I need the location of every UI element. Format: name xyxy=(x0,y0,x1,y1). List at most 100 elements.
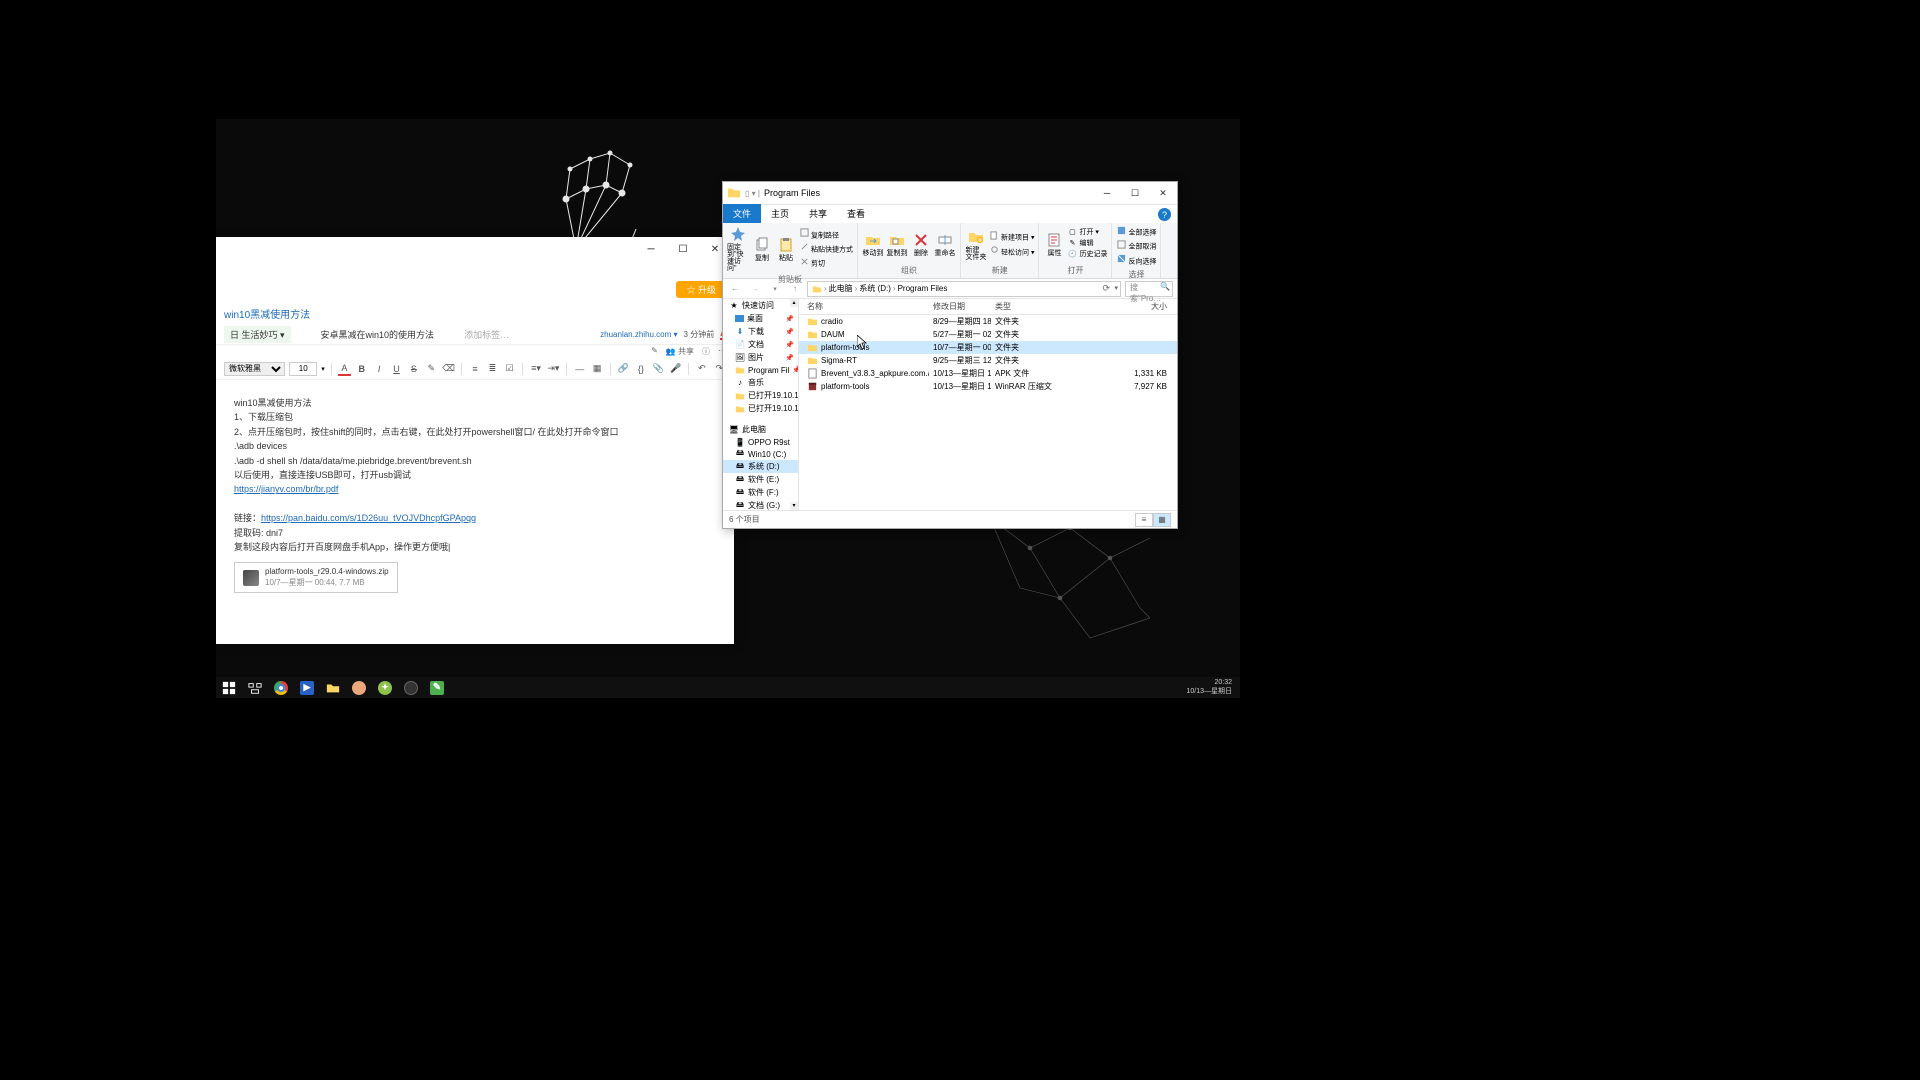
nav-snapshot1[interactable]: 已打开19.10.12📌 xyxy=(723,389,798,402)
table-button[interactable]: ▦ xyxy=(590,362,603,376)
font-size-select[interactable] xyxy=(289,362,317,376)
cut-button[interactable]: 剪切 xyxy=(799,256,853,269)
taskbar-app-green[interactable]: ✦ xyxy=(372,677,398,698)
help-icon[interactable]: ? xyxy=(1158,208,1171,221)
source-url[interactable]: zhuanlan.zhihu.com ▾ xyxy=(600,330,677,339)
refresh-button[interactable]: ⟳ xyxy=(1102,283,1110,294)
nav-documents[interactable]: 📄文档📌 xyxy=(723,338,798,351)
close-button[interactable]: ✕ xyxy=(1149,182,1177,204)
table-row[interactable]: platform-tools10/7—星期一 00…文件夹 xyxy=(799,341,1177,354)
tab-file[interactable]: 文件 xyxy=(723,204,761,223)
undo-button[interactable]: ↶ xyxy=(695,362,708,376)
tab-brevent[interactable]: 安卓黑减在win10的使用方法 xyxy=(321,328,435,341)
nav-e-drive[interactable]: 🖴软件 (E:) xyxy=(723,473,798,486)
taskbar-chrome[interactable] xyxy=(268,677,294,698)
address-drop-icon[interactable]: ▾ xyxy=(1114,284,1118,292)
nav-downloads[interactable]: ⬇下载📌 xyxy=(723,325,798,338)
col-type[interactable]: 类型 xyxy=(991,301,1053,312)
pastelnk-button[interactable]: 粘贴快捷方式 xyxy=(799,242,853,255)
delete-button[interactable]: 删除 xyxy=(910,231,932,257)
paste-button[interactable]: 粘贴 xyxy=(775,236,797,262)
nav-c-drive[interactable]: 🖴Win10 (C:) xyxy=(723,448,798,460)
nav-oppo[interactable]: 📱OPPO R9st xyxy=(723,436,798,448)
open-button[interactable]: ▢打开 ▾ xyxy=(1067,228,1107,238)
nav-thispc[interactable]: 🖥此电脑 xyxy=(723,423,798,436)
highlight-button[interactable]: ✎ xyxy=(425,362,438,376)
taskbar-notes[interactable]: ✎ xyxy=(424,677,450,698)
address-bar[interactable]: › 此电脑 › 系统 (D:) › Program Files ⟳ ▾ xyxy=(807,281,1121,297)
newfolder-button[interactable]: 新建 文件夹 xyxy=(965,228,987,261)
nav-back-button[interactable]: ← xyxy=(727,281,743,297)
select-none-button[interactable]: 全部取消 xyxy=(1116,239,1156,252)
strike-button[interactable]: S xyxy=(407,362,420,376)
note-title[interactable]: win10黑减使用方法 xyxy=(216,302,734,325)
attach-button[interactable]: 📎 xyxy=(652,362,665,376)
start-button[interactable] xyxy=(216,677,242,698)
table-row[interactable]: DAUM5/27—星期一 02…文件夹 xyxy=(799,328,1177,341)
copy-button[interactable]: 复制 xyxy=(751,236,773,262)
bullet-list-button[interactable]: ≡ xyxy=(468,362,481,376)
tab-share[interactable]: 共享 xyxy=(799,204,837,223)
table-row[interactable]: Brevent_v3.8.3_apkpure.com.apk10/13—星期日 … xyxy=(799,367,1177,380)
history-button[interactable]: 🕘历史记录 xyxy=(1067,250,1107,260)
indent-button[interactable]: ⇥▾ xyxy=(547,362,560,376)
nav-forward-button[interactable]: → xyxy=(747,281,763,297)
nav-scroll-up[interactable]: ▴ xyxy=(790,299,798,307)
rename-button[interactable]: 重命名 xyxy=(934,231,956,257)
col-name[interactable]: 名称 xyxy=(799,301,929,312)
nav-d-drive[interactable]: 🖴系统 (D:) xyxy=(723,460,798,473)
header-share-icon[interactable]: 👥 共享 xyxy=(666,346,694,357)
minimize-button[interactable]: ─ xyxy=(1093,182,1121,204)
copypath-button[interactable]: 复制路径 xyxy=(799,228,853,241)
search-input[interactable]: 搜索"Pro… xyxy=(1125,281,1173,297)
nav-quick-access[interactable]: ★快速访问 xyxy=(723,299,798,312)
code-button[interactable]: {} xyxy=(634,362,647,376)
list-header[interactable]: 名称 修改日期 类型 大小 xyxy=(799,299,1177,315)
task-view-button[interactable] xyxy=(242,677,268,698)
moveto-button[interactable]: 移动到 xyxy=(862,231,884,257)
font-family-select[interactable]: 微软雅黑 xyxy=(224,362,285,376)
checkbox-button[interactable]: ☑ xyxy=(503,362,516,376)
taskbar-ps[interactable]: ▶ xyxy=(294,677,320,698)
link-button[interactable]: 🔗 xyxy=(617,362,630,376)
nav-snapshot2[interactable]: 已打开19.10.12📌 xyxy=(723,402,798,415)
copyto-button[interactable]: 复制到 xyxy=(886,231,908,257)
hr-button[interactable]: — xyxy=(573,362,586,376)
bc-drive[interactable]: 系统 (D:) xyxy=(859,283,891,294)
table-row[interactable]: Sigma-RT9/25—星期三 12…文件夹 xyxy=(799,354,1177,367)
easyaccess-button[interactable]: 轻松访问 ▾ xyxy=(989,245,1034,258)
font-color-button[interactable]: A xyxy=(338,362,351,376)
nav-up-button[interactable]: ↑ xyxy=(787,281,803,297)
bc-thispc[interactable]: 此电脑 xyxy=(829,283,853,294)
explorer-titlebar[interactable]: ▯ ▾ | Program Files ─ ☐ ✕ xyxy=(723,182,1177,205)
view-details-button[interactable]: ≡ xyxy=(1135,513,1153,527)
audio-button[interactable]: 🎤 xyxy=(669,362,682,376)
maximize-button[interactable]: ☐ xyxy=(670,239,696,259)
tab-home[interactable]: 主页 xyxy=(761,204,799,223)
nav-recent-button[interactable]: ▾ xyxy=(767,281,783,297)
clear-format-button[interactable]: ⌫ xyxy=(442,362,455,376)
tab-life[interactable]: 日 生活妙巧 ▾ xyxy=(224,326,291,343)
underline-button[interactable]: U xyxy=(390,362,403,376)
nav-g-drive[interactable]: 🖴文档 (G:) xyxy=(723,499,798,510)
table-row[interactable]: platform-tools10/13—星期日 17…WinRAR 压缩文…7,… xyxy=(799,380,1177,393)
newitem-button[interactable]: 新建项目 ▾ xyxy=(989,230,1034,243)
minimize-button[interactable]: ─ xyxy=(638,239,664,259)
taskbar-explorer[interactable] xyxy=(320,677,346,698)
nav-pictures[interactable]: 🖼图片📌 xyxy=(723,351,798,364)
taskbar-app-orange[interactable] xyxy=(346,677,372,698)
nav-scroll-down[interactable]: ▾ xyxy=(790,502,798,510)
properties-button[interactable]: 属性 xyxy=(1043,231,1065,257)
header-info-icon[interactable]: ⓘ xyxy=(702,346,710,357)
taskbar-app-dark[interactable] xyxy=(398,677,424,698)
upgrade-button[interactable]: ☆ 升级 xyxy=(676,281,726,298)
number-list-button[interactable]: ≣ xyxy=(486,362,499,376)
tab-view[interactable]: 查看 xyxy=(837,204,875,223)
nav-music[interactable]: ♪音乐 xyxy=(723,376,798,389)
body-link[interactable]: https://jianyv.com/br/br.pdf xyxy=(234,484,338,494)
bold-button[interactable]: B xyxy=(355,362,368,376)
italic-button[interactable]: I xyxy=(372,362,385,376)
notes-body[interactable]: win10黑减使用方法 1、下载压缩包 2、点开压缩包时，按住shift的同时，… xyxy=(216,380,734,644)
nav-progfiles[interactable]: Program Fil📌 xyxy=(723,364,798,376)
body-link[interactable]: https://pan.baidu.com/s/1D26uu_tVOJVDhcp… xyxy=(261,513,476,523)
